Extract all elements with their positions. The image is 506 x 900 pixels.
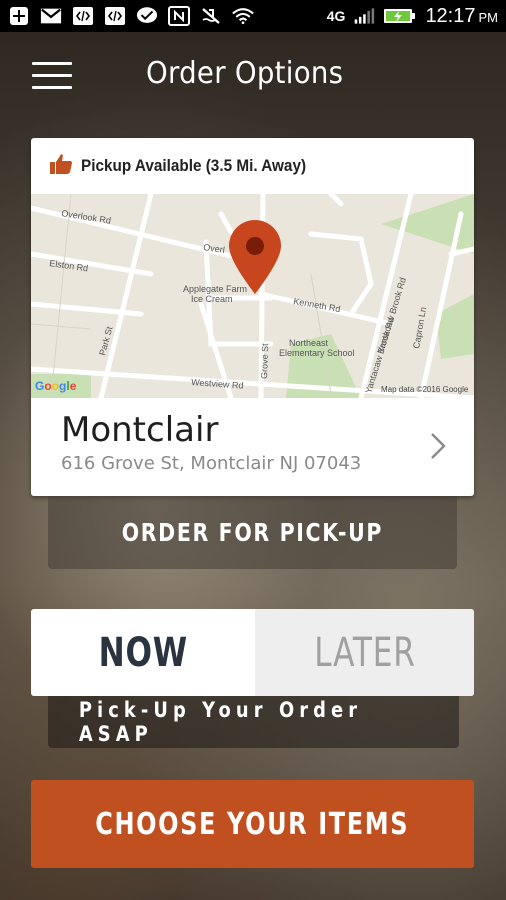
nfc-icon [168,6,190,26]
location-card: Pickup Available (3.5 Mi. Away) Overlook… [31,138,474,496]
gmail-icon [40,7,62,25]
order-for-pickup-tab[interactable]: ORDER FOR PICK-UP [48,496,457,569]
svg-text:Map data ©2016 Google: Map data ©2016 Google [381,385,469,394]
add-icon [8,7,30,25]
svg-text:Google: Google [35,379,77,393]
location-row[interactable]: Montclair 616 Grove St, Montclair NJ 070… [31,398,474,496]
timing-segmented-control: NOW LATER [31,609,474,696]
clock: 12:17 PM [425,4,498,27]
svg-text:Elementary School: Elementary School [279,348,355,358]
later-option[interactable]: LATER [255,609,474,696]
4g-lte-icon: 4G [326,8,346,24]
wifi-icon [232,7,254,25]
vibrate-icon [200,7,222,25]
svg-text:Applegate Farm: Applegate Farm [183,284,247,294]
code-icon [104,7,126,25]
timing-caption: Pick-Up Your Order ASAP [48,696,459,748]
app-header: Order Options [0,32,506,122]
svg-text:Grove St: Grove St [259,343,270,379]
svg-text:Ice Cream: Ice Cream [191,294,233,304]
now-option[interactable]: NOW [31,609,255,696]
code-icon [72,7,94,25]
signal-icon [353,7,375,25]
hamburger-menu-icon[interactable] [32,62,72,92]
availability-text: Pickup Available (3.5 Mi. Away) [81,156,307,175]
page-title: Order Options [146,56,344,91]
chevron-right-icon [430,432,446,464]
status-bar: 4G 12:17 PM [0,0,506,32]
location-name: Montclair [61,410,219,450]
chat-icon [136,7,158,25]
svg-text:Northeast: Northeast [289,338,329,348]
choose-items-button[interactable]: CHOOSE YOUR ITEMS [31,780,474,868]
thumbs-up-icon [49,153,73,179]
location-address: 616 Grove St, Montclair NJ 07043 [61,453,362,474]
availability-row: Pickup Available (3.5 Mi. Away) [31,138,474,194]
battery-charging-icon [383,7,417,25]
location-map[interactable]: Overlook Rd Overl Elston Rd Park St Grov… [31,194,474,398]
